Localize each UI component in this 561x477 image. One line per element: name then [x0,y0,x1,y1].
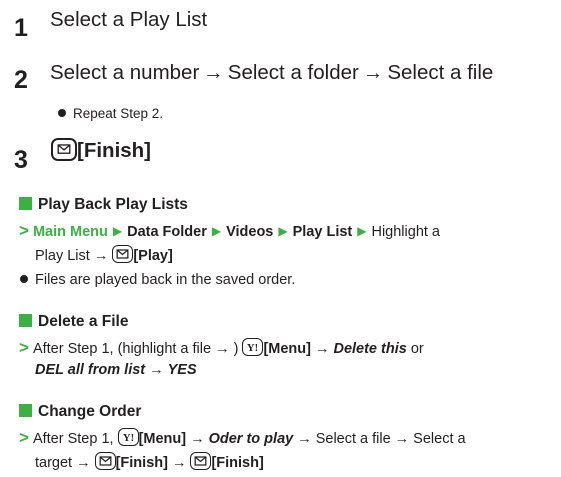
section-heading-delete: Delete a File [19,313,128,331]
select-file-text: Select a file [315,431,391,447]
caret-icon: > [19,428,29,447]
step-2-part-1: Select a number [50,61,200,84]
delete-this-option: Delete this [333,341,407,357]
section-play-title: Play Back Play Lists [38,196,188,213]
step-2-note-text: Repeat Step 2. [73,106,164,121]
yes-option: YES [167,362,197,378]
arrow: → [314,341,330,357]
del-all-option: DEL all from list [35,362,146,378]
order-line-1: > After Step 1, Y! [Menu] → Oder to play → Sel… [19,428,466,448]
close-paren: ) [233,341,239,357]
step-2-text: Select a number → Select a folder → Select a… [50,61,493,85]
yahoo-key-icon: Y! [117,428,139,446]
play-path-line-2: Play List → [Play] [19,245,173,264]
oder-to-play-option: Oder to play [208,431,294,447]
caret-icon: > [19,338,29,357]
play-list-text: Play List [35,248,90,264]
arrow: → [297,431,312,447]
delete-line-1: > After Step 1, (highlight a file →) Y! [Me… [19,338,424,358]
step-1-text: Select a Play List [50,8,208,31]
section-square-icon [19,197,32,210]
play-path-line: > Main Menu ▶ Data Folder ▶ Videos ▶ Play List ▶… [19,221,440,241]
mail-key-icon [190,452,212,470]
svg-text:Y!: Y! [122,433,133,444]
bullet-dot [58,109,66,117]
arrow: → [93,248,109,264]
select-a-text: Select a [413,431,466,447]
delete-lead: After Step 1, (highlight a file [32,341,212,357]
triangle-icon: ▶ [357,224,367,238]
delete-line-2: DEL all from list → YES [19,362,197,378]
mail-key-icon [112,245,134,263]
play-label: [Play] [133,248,173,264]
or-text: or [410,341,424,357]
bullet-dot [20,275,28,283]
arrow: → [171,455,187,471]
section-square-icon [19,314,32,327]
arrow: → [362,61,384,84]
path-data-folder: Data Folder [127,224,207,240]
section-delete-title: Delete a File [38,313,129,330]
arrow: → [394,431,410,447]
arrow: → [149,362,164,378]
path-main-menu: Main Menu [32,224,108,240]
arrow: → [215,341,230,357]
svg-text:Y!: Y! [247,343,258,354]
mail-key-icon [94,452,116,470]
path-highlight: Highlight a [371,224,440,240]
step-2-number: 2 [14,66,28,94]
caret-icon: > [19,221,29,240]
section-square-icon [19,404,32,417]
play-bullet: Files are played back in the saved order… [20,272,295,288]
triangle-icon: ▶ [211,224,222,238]
target-text: target [35,455,73,471]
arrow: → [203,61,224,84]
menu-label: [Menu] [263,341,311,357]
step-3-number: 3 [14,146,28,174]
finish-label: [Finish] [77,139,152,162]
step-3-text: [Finish] [51,138,151,163]
triangle-icon: ▶ [112,224,123,238]
order-lead: After Step 1, [32,431,114,447]
finish-label: [Finish] [211,455,264,471]
step-2-part-3: Select a file [387,61,494,84]
menu-label: [Menu] [138,431,187,447]
mail-key-icon [51,138,77,161]
path-videos: Videos [226,224,274,240]
section-heading-order: Change Order [19,403,141,421]
order-line-2: target → [Finish] → [Finish] [19,452,264,471]
triangle-icon: ▶ [278,224,288,238]
section-order-title: Change Order [38,403,142,420]
step-2-note: Repeat Step 2. [58,106,163,121]
arrow: → [190,431,205,447]
section-heading-play: Play Back Play Lists [19,196,188,214]
arrow: → [76,455,91,471]
play-bullet-text: Files are played back in the saved order… [35,272,296,288]
finish-label: [Finish] [115,455,168,471]
step-1-number: 1 [14,14,28,42]
step-2-part-2: Select a folder [227,61,359,84]
path-play-list: Play List [292,224,353,240]
yahoo-key-icon: Y! [242,338,264,356]
